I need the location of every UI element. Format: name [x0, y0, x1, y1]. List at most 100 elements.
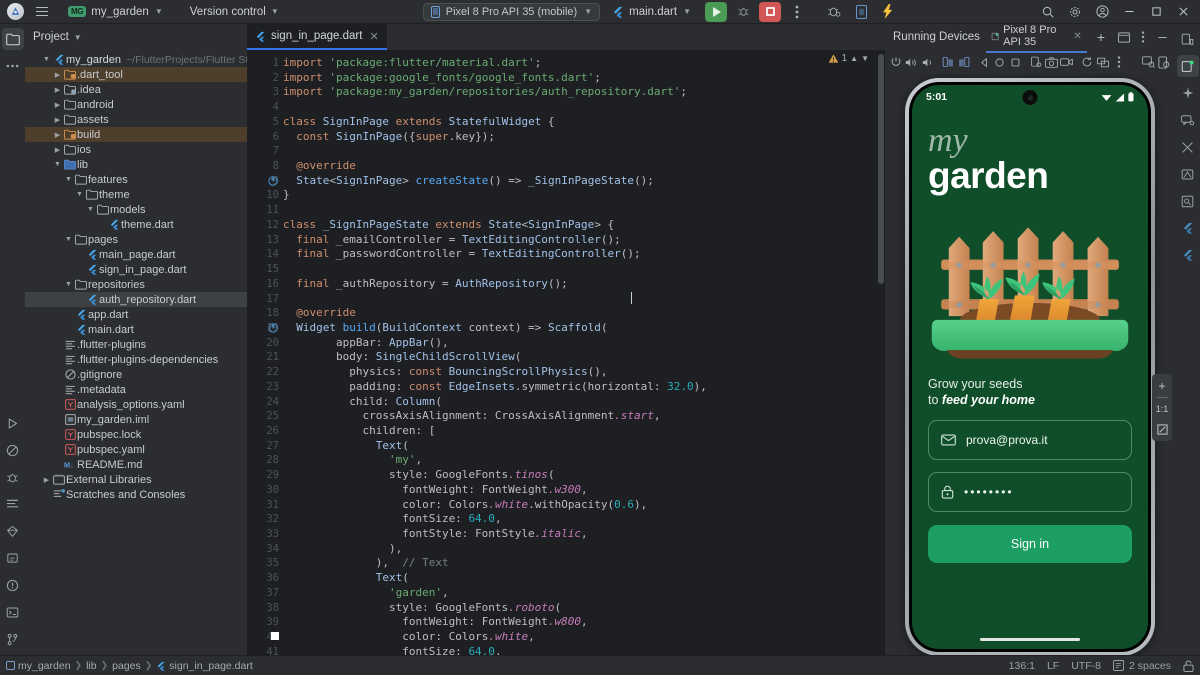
code-line[interactable]: } — [283, 188, 885, 203]
tree-row-main-dart[interactable]: main.dart — [25, 322, 247, 337]
code-line[interactable]: @override — [283, 159, 885, 174]
breadcrumb[interactable]: my_garden ❯ lib ❯ pages ❯ sign_in_page.dart — [6, 660, 253, 672]
tree-row--flutter-plugins-dependencies[interactable]: .flutter-plugins-dependencies — [25, 352, 247, 367]
sidebar-item-flutter-performance[interactable] — [1177, 244, 1199, 266]
device-files-button[interactable] — [1029, 53, 1044, 71]
tree-row--idea[interactable]: ▶ .idea — [25, 82, 247, 97]
sidebar-item-terminal[interactable] — [2, 601, 24, 623]
breadcrumb-item[interactable]: pages — [112, 660, 141, 672]
code-line[interactable] — [283, 262, 885, 277]
more-run-options-button[interactable] — [786, 2, 808, 22]
tree-row-pubspec-lock[interactable]: pubspec.lock — [25, 427, 247, 442]
tree-row-main-page-dart[interactable]: main_page.dart — [25, 247, 247, 262]
device-mirror-button[interactable] — [850, 2, 872, 22]
code-line[interactable]: children: [ — [283, 424, 885, 439]
tree-row--gitignore[interactable]: .gitignore — [25, 367, 247, 382]
code-line[interactable]: const SignInPage({super.key}); — [283, 130, 885, 145]
hot-reload-button[interactable] — [877, 2, 899, 22]
tree-row-app-dart[interactable]: app.dart — [25, 307, 247, 322]
chevron-collapsed-icon[interactable]: ▶ — [52, 116, 63, 124]
chevron-expanded-icon[interactable]: ▼ — [41, 56, 52, 63]
rotate-right-button[interactable] — [956, 53, 971, 71]
power-button[interactable] — [889, 53, 904, 71]
zoom-fit-button[interactable] — [1141, 53, 1156, 71]
code-line[interactable]: @override — [283, 306, 885, 321]
search-button[interactable] — [1035, 1, 1061, 23]
tree-row-build[interactable]: ▶ build — [25, 127, 247, 142]
tree-row-features[interactable]: ▼ features — [25, 172, 247, 187]
code-line[interactable]: class _SignInPageState extends State<Sig… — [283, 218, 885, 233]
chevron-expanded-icon[interactable]: ▼ — [63, 236, 74, 243]
record-button[interactable] — [1060, 53, 1075, 71]
chevron-collapsed-icon[interactable]: ▶ — [52, 86, 63, 94]
tree-row-theme[interactable]: ▼ theme — [25, 187, 247, 202]
layout-button[interactable] — [1115, 28, 1133, 46]
editor-scrollbar[interactable] — [878, 54, 884, 284]
sidebar-item-run[interactable] — [2, 412, 24, 434]
breadcrumb-item[interactable]: sign_in_page.dart — [156, 660, 253, 672]
code-line[interactable] — [283, 100, 885, 115]
version-control-button[interactable]: Version control ▼ — [182, 4, 287, 20]
project-tree[interactable]: ▼ my_garden ~/FlutterProjects/Flutter St… — [25, 50, 247, 655]
gutter-override-icon[interactable] — [268, 323, 278, 333]
chevron-collapsed-icon[interactable]: ▶ — [41, 476, 52, 484]
device-more-button[interactable] — [1111, 53, 1126, 71]
code-line[interactable]: import 'package:flutter/material.dart'; — [283, 56, 885, 71]
sidebar-item-running-devices[interactable] — [1176, 55, 1199, 77]
main-menu-button[interactable] — [31, 1, 53, 23]
code-line[interactable]: final _emailController = TextEditingCont… — [283, 233, 885, 248]
code-text[interactable]: import 'package:flutter/material.dart'; i… — [283, 50, 885, 655]
close-icon[interactable]: ✕ — [1073, 31, 1081, 42]
code-line[interactable]: padding: const EdgeInsets.symmetric(hori… — [283, 380, 885, 395]
tree-row-pages[interactable]: ▼ pages — [25, 232, 247, 247]
breadcrumb-item[interactable]: lib — [86, 660, 97, 672]
device-settings-button[interactable] — [1156, 53, 1171, 71]
chevron-expanded-icon[interactable]: ▼ — [74, 191, 85, 198]
rotate-left-button[interactable] — [941, 53, 956, 71]
chevron-expanded-icon[interactable]: ▼ — [63, 281, 74, 288]
sidebar-item-flutter-inspector[interactable] — [2, 520, 24, 542]
home-button[interactable] — [992, 53, 1007, 71]
phone-screen[interactable]: 5:01 my garden Grow your seeds to feed y… — [912, 85, 1148, 649]
code-line[interactable]: crossAxisAlignment: CrossAxisAlignment.s… — [283, 409, 885, 424]
chevron-down-icon[interactable]: ▼ — [74, 33, 82, 42]
code-line[interactable]: ), // Text — [283, 556, 885, 571]
caret-position[interactable]: 136:1 — [1009, 660, 1035, 672]
sidebar-item-build-tools[interactable] — [1177, 136, 1199, 158]
file-encoding[interactable]: UTF-8 — [1071, 660, 1101, 672]
code-line[interactable]: style: GoogleFonts.roboto( — [283, 601, 885, 616]
minimize-window-button[interactable] — [1116, 1, 1142, 23]
tree-row-root[interactable]: ▼ my_garden ~/FlutterProjects/Flutter St… — [25, 52, 247, 67]
sidebar-item-problems[interactable] — [2, 574, 24, 596]
zoom-fit-button[interactable] — [1153, 420, 1171, 438]
code-line[interactable] — [283, 203, 885, 218]
tree-row-models[interactable]: ▼ models — [25, 202, 247, 217]
home-indicator[interactable] — [980, 637, 1080, 641]
device-selector[interactable]: Pixel 8 Pro API 35 (mobile) ▼ — [422, 2, 601, 21]
code-line[interactable]: 'my', — [283, 453, 885, 468]
run-button[interactable] — [705, 1, 727, 22]
code-line[interactable] — [283, 144, 885, 159]
breadcrumb-item[interactable]: my_garden — [6, 660, 71, 672]
sidebar-item-device-manager[interactable] — [1177, 28, 1199, 50]
stop-button[interactable] — [759, 1, 781, 22]
screenshot-button[interactable] — [1044, 53, 1059, 71]
color-preview-swatch[interactable] — [271, 632, 281, 642]
code-line[interactable]: Widget build (BuildContext context) => Sc… — [283, 321, 885, 336]
code-line[interactable]: fontStyle: FontStyle.italic, — [283, 527, 885, 542]
project-selector[interactable]: MG my_garden ▼ — [61, 4, 170, 20]
code-line[interactable]: child: Column( — [283, 395, 885, 410]
close-icon[interactable]: ✕ — [369, 30, 378, 43]
tree-row-sign-in-page-dart[interactable]: sign_in_page.dart — [25, 262, 247, 277]
sidebar-item-chat[interactable] — [1177, 109, 1199, 131]
code-line[interactable]: State<SignInPage> createState() => _Sign… — [283, 174, 885, 189]
code-line[interactable]: class SignInPage extends StatefulWidget … — [283, 115, 885, 130]
tree-row-assets[interactable]: ▶ assets — [25, 112, 247, 127]
sidebar-item-notifications[interactable] — [2, 547, 24, 569]
sidebar-item-todo[interactable] — [2, 493, 24, 515]
code-line[interactable]: final _authRepository = AuthRepository()… — [283, 277, 885, 292]
code-line[interactable]: import 'package:google_fonts/google_font… — [283, 71, 885, 86]
code-line[interactable] — [283, 292, 885, 307]
settings-button[interactable] — [1062, 1, 1088, 23]
code-line[interactable]: fontWeight: FontWeight.w300, — [283, 483, 885, 498]
